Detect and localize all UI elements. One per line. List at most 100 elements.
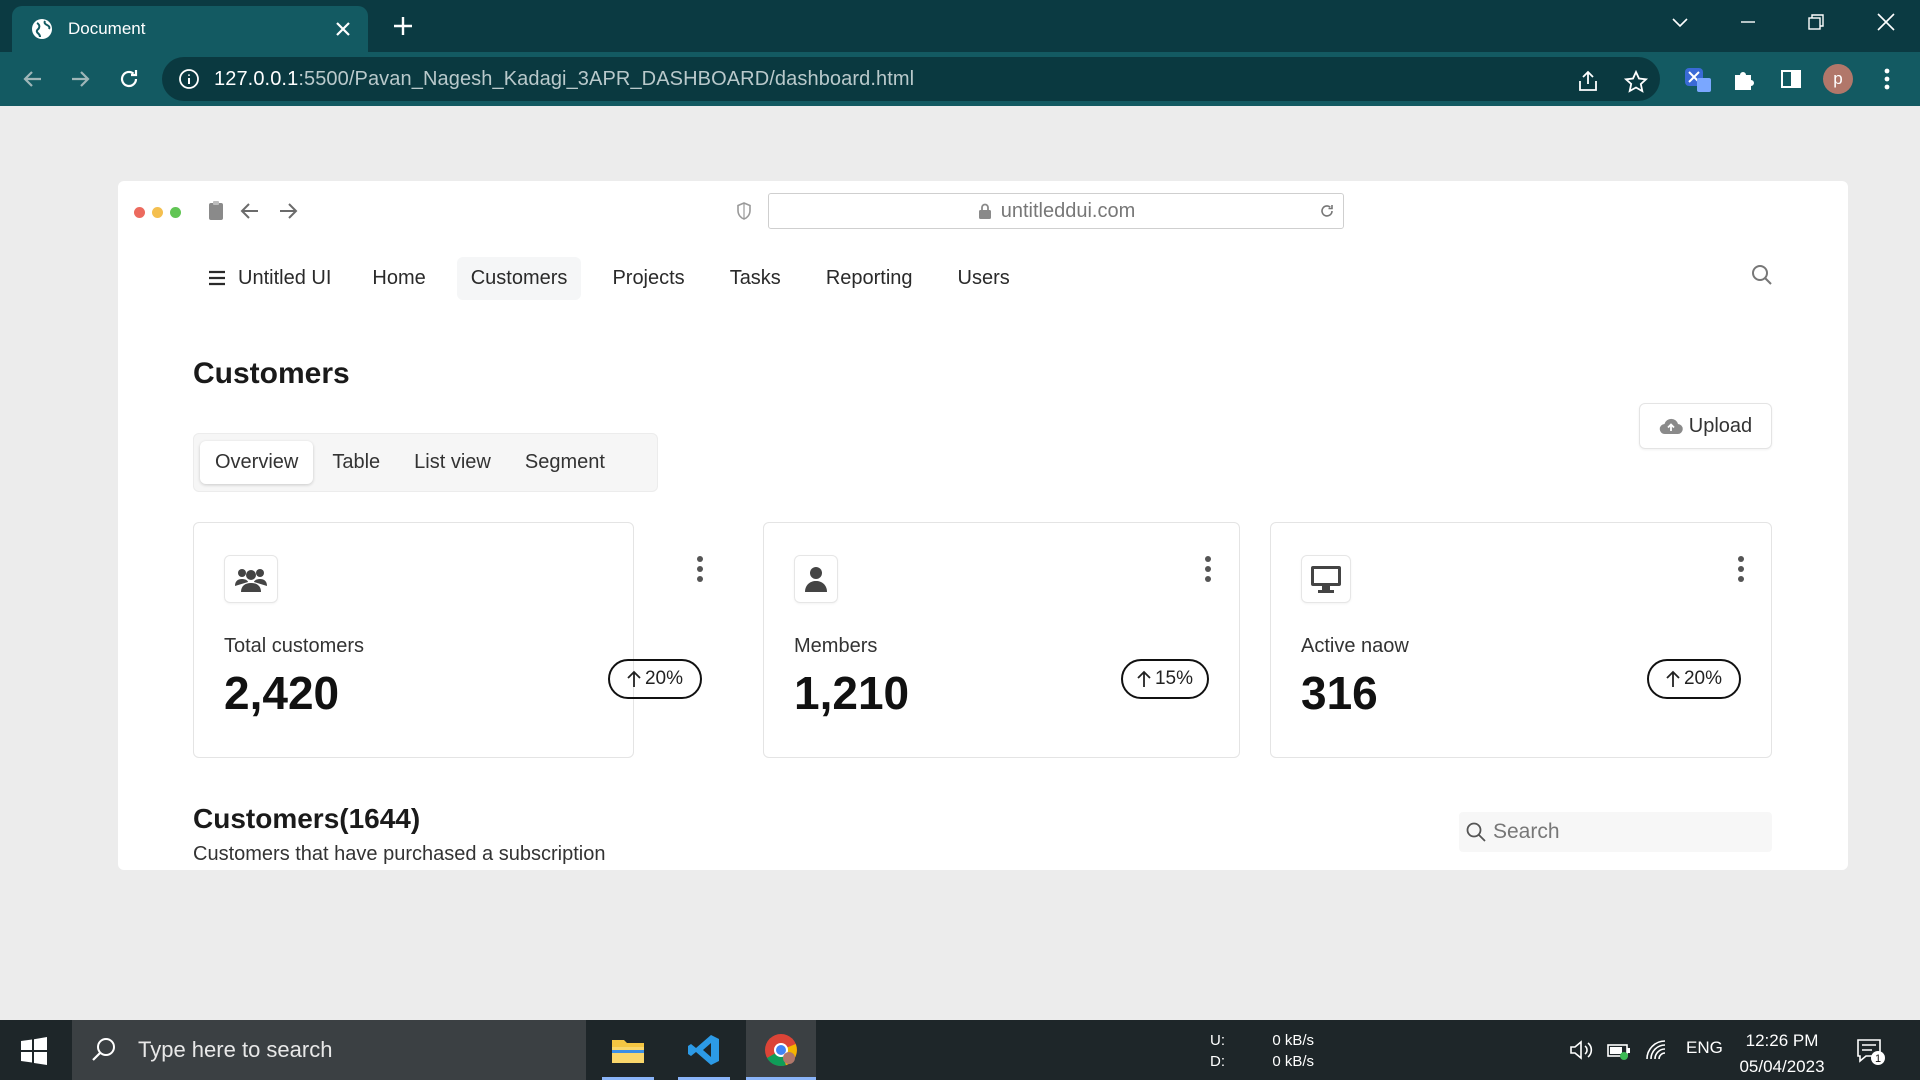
- page-title: Customers: [193, 357, 350, 390]
- stat-label: Total customers: [224, 635, 365, 657]
- trend-badge: 15%: [1121, 659, 1209, 699]
- side-panel-icon: [1781, 70, 1801, 88]
- extension-app-icon: [1685, 68, 1711, 92]
- search-icon[interactable]: [1750, 263, 1774, 287]
- customer-search-input[interactable]: Search: [1459, 812, 1772, 852]
- restore-icon: [1808, 14, 1824, 30]
- nav-item-tasks[interactable]: Tasks: [716, 257, 795, 300]
- trend-badge: 20%: [608, 659, 702, 699]
- reload-icon[interactable]: [1319, 203, 1335, 219]
- nav-item-customers[interactable]: Customers: [456, 256, 582, 300]
- users-icon: [235, 569, 267, 592]
- more-vertical-icon[interactable]: [1737, 555, 1745, 583]
- minimize-dot: [152, 207, 163, 218]
- battery-icon[interactable]: [1606, 1038, 1632, 1062]
- net-labels: U: D:: [1210, 1030, 1225, 1072]
- share-icon[interactable]: [1575, 69, 1601, 95]
- more-vertical-icon: [1884, 68, 1890, 90]
- mock-address-bar[interactable]: untitleddui.com: [768, 193, 1344, 229]
- notification-icon[interactable]: 1: [1856, 1036, 1886, 1066]
- arrow-up-icon: [627, 670, 641, 687]
- search-placeholder: Search: [1493, 820, 1560, 843]
- file-explorer-button[interactable]: [598, 1020, 658, 1080]
- clipboard-icon: [209, 201, 223, 220]
- wifi-icon[interactable]: [1644, 1038, 1670, 1062]
- address-bar[interactable]: 127.0.0.1:5500/Pavan_Nagesh_Kadagi_3APR_…: [162, 57, 1660, 101]
- arrow-left-icon: [23, 71, 41, 87]
- volume-icon[interactable]: [1568, 1038, 1594, 1062]
- nav-item-users[interactable]: Users: [944, 257, 1024, 300]
- close-tab-icon[interactable]: [332, 18, 354, 40]
- nav-item-home[interactable]: Home: [358, 257, 439, 300]
- chrome-icon: [765, 1034, 797, 1067]
- extension-button[interactable]: [1683, 64, 1713, 94]
- trend-badge: 20%: [1647, 659, 1741, 699]
- stat-value: 316: [1301, 667, 1378, 719]
- notification-count: 1: [1875, 1053, 1881, 1065]
- arrow-up-icon: [1666, 670, 1680, 687]
- shield-icon: [737, 202, 751, 220]
- brand[interactable]: Untitled UI: [206, 267, 331, 290]
- minimize-icon: [1741, 21, 1755, 23]
- bookmark-star-icon[interactable]: [1623, 69, 1649, 95]
- close-icon: [1877, 13, 1895, 31]
- net-down-label: D:: [1210, 1053, 1225, 1070]
- minimize-button[interactable]: [1720, 0, 1776, 44]
- chrome-button[interactable]: [746, 1020, 816, 1080]
- language-indicator[interactable]: ENG: [1686, 1038, 1723, 1058]
- arrow-left-icon[interactable]: [238, 199, 262, 223]
- chrome-menu-button[interactable]: [1872, 64, 1902, 94]
- upload-label: Upload: [1688, 414, 1753, 437]
- browser-tab[interactable]: Document: [12, 6, 368, 52]
- customers-section-title: Customers(1644): [193, 803, 421, 834]
- chevron-down-icon: [1672, 18, 1688, 28]
- stat-card-members: Members 1,210 15%: [763, 522, 1240, 758]
- close-dot: [134, 207, 145, 218]
- back-button[interactable]: [19, 65, 47, 93]
- stat-value: 2,420: [224, 667, 340, 719]
- restore-button[interactable]: [1788, 0, 1844, 44]
- stat-label: Active naow: [1301, 635, 1409, 657]
- extensions-button[interactable]: [1729, 64, 1759, 94]
- customers-section-subtitle: Customers that have purchased a subscrip…: [193, 843, 606, 865]
- vscode-button[interactable]: [674, 1020, 734, 1080]
- clock-date: 05/04/2023: [1739, 1057, 1825, 1076]
- side-panel-button[interactable]: [1776, 64, 1806, 94]
- user-icon: [805, 567, 827, 592]
- tab-overview[interactable]: Overview: [200, 441, 314, 484]
- browser-toolbar: 127.0.0.1:5500/Pavan_Nagesh_Kadagi_3APR_…: [0, 52, 1920, 106]
- tab-search-button[interactable]: [1652, 0, 1708, 44]
- stat-card-total-customers: Total customers 2,420 20%: [193, 522, 703, 758]
- stat-icon-box: [1301, 555, 1351, 603]
- top-navigation: Untitled UI Home Customers Projects Task…: [206, 255, 1041, 301]
- more-vertical-icon[interactable]: [696, 555, 704, 583]
- nav-item-reporting[interactable]: Reporting: [812, 257, 927, 300]
- upload-button[interactable]: Upload: [1639, 403, 1772, 449]
- windows-start-icon[interactable]: [20, 1037, 48, 1065]
- stat-icon-box: [794, 555, 838, 603]
- url-path: :5500/Pavan_Nagesh_Kadagi_3APR_DASHBOARD…: [298, 67, 915, 90]
- vscode-icon: [688, 1035, 719, 1065]
- reload-button[interactable]: [115, 65, 143, 93]
- info-icon[interactable]: [178, 68, 200, 90]
- nav-item-projects[interactable]: Projects: [598, 257, 698, 300]
- clock[interactable]: 12:26 PM 05/04/2023: [1730, 1028, 1834, 1080]
- tab-table[interactable]: Table: [317, 441, 395, 484]
- url-host: 127.0.0.1: [214, 67, 299, 90]
- profile-avatar[interactable]: p: [1823, 64, 1853, 94]
- tab-segment[interactable]: Segment: [510, 441, 620, 484]
- reload-icon: [120, 70, 138, 88]
- net-up-label: U:: [1210, 1032, 1225, 1049]
- hamburger-menu-icon[interactable]: [206, 267, 228, 289]
- forward-button[interactable]: [66, 65, 94, 93]
- more-vertical-icon[interactable]: [1204, 555, 1212, 583]
- trend-value: 20%: [644, 668, 684, 689]
- arrow-right-icon[interactable]: [276, 199, 300, 223]
- view-tabs: Overview Table List view Segment: [193, 433, 658, 492]
- tab-list-view[interactable]: List view: [399, 441, 506, 484]
- net-up-value: 0 kB/s: [1272, 1032, 1314, 1049]
- net-values: 0 kB/s 0 kB/s: [1268, 1030, 1314, 1072]
- close-window-button[interactable]: [1858, 0, 1914, 44]
- new-tab-icon[interactable]: [390, 13, 416, 39]
- taskbar-search[interactable]: Type here to search: [72, 1020, 586, 1080]
